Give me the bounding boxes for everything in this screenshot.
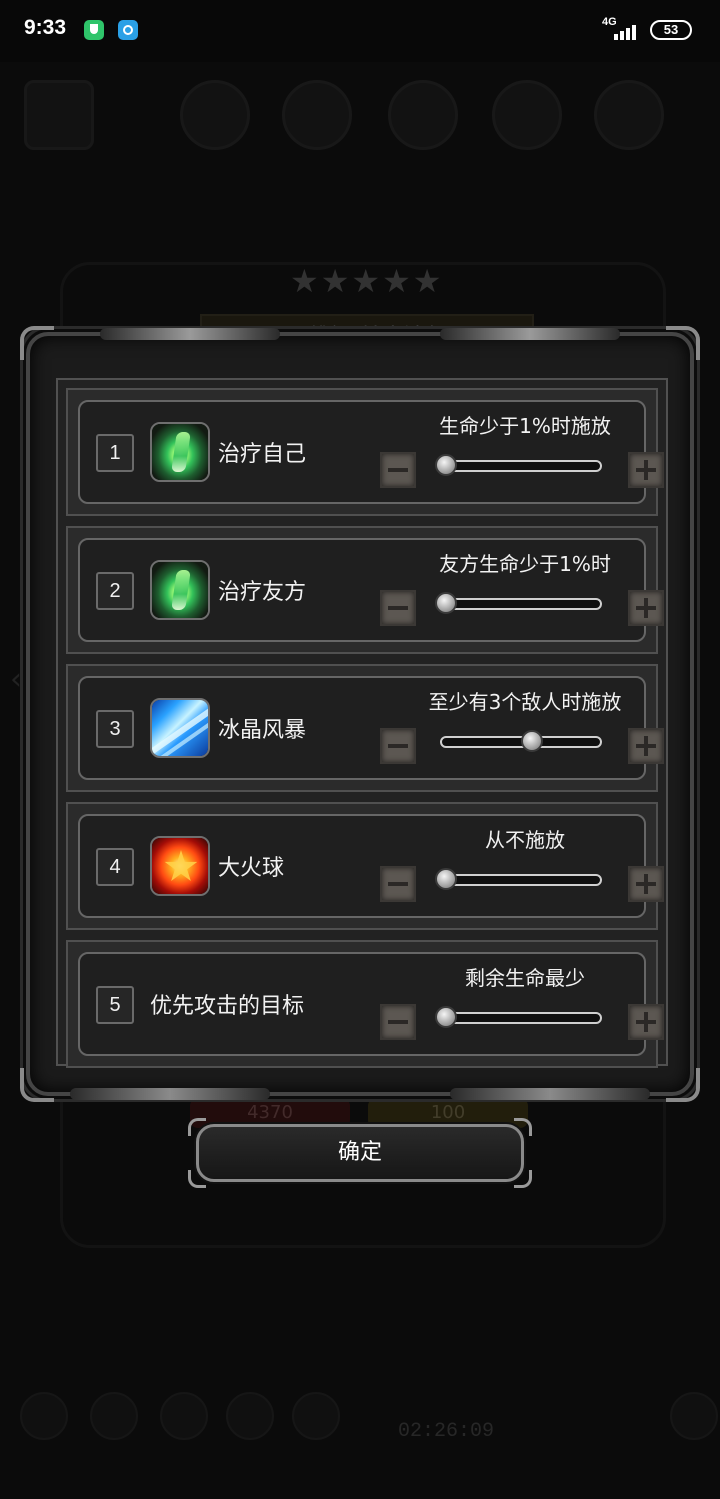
condition-slider[interactable] bbox=[435, 592, 602, 614]
slider-knob[interactable] bbox=[435, 454, 457, 476]
background-skill-icon bbox=[388, 80, 458, 150]
background-skill-icon bbox=[282, 80, 352, 150]
target-priority-row: 5 优先攻击的目标 剩余生命最少 bbox=[66, 940, 664, 1068]
heal-icon bbox=[150, 560, 210, 620]
fireball-icon bbox=[150, 836, 210, 896]
cast-condition: 至少有3个敌人时施放 bbox=[428, 690, 622, 714]
increase-button[interactable] bbox=[628, 1004, 664, 1040]
skill-row-frame: 1 治疗自己 生命少于1%时施放 bbox=[78, 400, 664, 504]
dialog-ornament bbox=[440, 328, 620, 340]
battery-icon: 53 bbox=[650, 20, 692, 40]
slider-knob[interactable] bbox=[435, 592, 457, 614]
skill-row-frame: 3 冰晶风暴 至少有3个敌人时施放 bbox=[78, 676, 664, 780]
background-bottom-icons bbox=[20, 1392, 718, 1452]
skill-row-frame: 2 治疗友方 友方生命少于1%时 bbox=[78, 538, 664, 642]
background-top-icons bbox=[24, 72, 704, 150]
background-skill-icon bbox=[594, 80, 664, 150]
increase-button[interactable] bbox=[628, 728, 664, 764]
decrease-button[interactable] bbox=[380, 866, 416, 902]
background-skill-icon bbox=[180, 80, 250, 150]
dialog-corner bbox=[20, 326, 54, 360]
confirm-button[interactable]: 确定 bbox=[196, 1124, 524, 1182]
priority-number: 5 bbox=[96, 986, 134, 1024]
slider-knob[interactable] bbox=[435, 868, 457, 890]
decrease-button[interactable] bbox=[380, 728, 416, 764]
target-priority-label: 优先攻击的目标 bbox=[150, 994, 305, 1019]
heal-icon bbox=[150, 422, 210, 482]
skill-row-4: 4 大火球 从不施放 bbox=[66, 802, 664, 930]
skill-name: 大火球 bbox=[218, 856, 285, 881]
skill-name: 治疗自己 bbox=[218, 442, 307, 467]
priority-number: 1 bbox=[96, 434, 134, 472]
skill-row-frame: 5 优先攻击的目标 剩余生命最少 bbox=[78, 952, 664, 1056]
decrease-button[interactable] bbox=[380, 452, 416, 488]
increase-button[interactable] bbox=[628, 590, 664, 626]
cast-condition: 生命少于1%时施放 bbox=[439, 414, 611, 438]
decrease-button[interactable] bbox=[380, 1004, 416, 1040]
condition-slider[interactable] bbox=[440, 730, 602, 752]
skill-name: 冰晶风暴 bbox=[218, 718, 307, 743]
dialog-ornament bbox=[450, 1088, 650, 1100]
dialog-corner bbox=[20, 1068, 54, 1102]
screen: 9:33 4G 53 ★★★★★ 罗维娜·首席法师 ‹ › 4370 100 bbox=[0, 0, 720, 1499]
background-stars: ★★★★★ bbox=[290, 262, 444, 300]
skill-row-frame: 4 大火球 从不施放 bbox=[78, 814, 664, 918]
dialog-corner bbox=[666, 1068, 700, 1102]
browser-app-icon bbox=[118, 20, 138, 40]
signal-icon bbox=[600, 18, 640, 40]
dialog-ornament bbox=[100, 328, 280, 340]
priority-number: 3 bbox=[96, 710, 134, 748]
slider-knob[interactable] bbox=[435, 1006, 457, 1028]
background-nav-left-icon: ‹ bbox=[10, 662, 22, 697]
skill-ai-settings-dialog: 1 治疗自己 生命少于1%时施放 2 治疗友方 友方生命少于1%时 3 冰晶风暴… bbox=[20, 326, 700, 1102]
condition-slider[interactable] bbox=[435, 868, 602, 890]
skill-row-1: 1 治疗自己 生命少于1%时施放 bbox=[66, 388, 664, 516]
increase-button[interactable] bbox=[628, 866, 664, 902]
cast-condition: 友方生命少于1%时 bbox=[439, 552, 611, 576]
ice-storm-icon bbox=[150, 698, 210, 758]
priority-number: 2 bbox=[96, 572, 134, 610]
skill-list-panel: 1 治疗自己 生命少于1%时施放 2 治疗友方 友方生命少于1%时 3 冰晶风暴… bbox=[56, 378, 668, 1068]
increase-button[interactable] bbox=[628, 452, 664, 488]
dialog-ornament bbox=[70, 1088, 270, 1100]
target-slider[interactable] bbox=[435, 1006, 602, 1028]
status-bar: 9:33 4G 53 bbox=[0, 0, 720, 62]
slider-knob[interactable] bbox=[521, 730, 544, 752]
decrease-button[interactable] bbox=[380, 590, 416, 626]
shield-app-icon bbox=[84, 20, 104, 40]
background-timer: 02:26:09 bbox=[398, 1420, 495, 1443]
status-time: 9:33 bbox=[24, 16, 67, 39]
skill-row-2: 2 治疗友方 友方生命少于1%时 bbox=[66, 526, 664, 654]
target-condition: 剩余生命最少 bbox=[465, 966, 585, 990]
background-skill-icon bbox=[492, 80, 562, 150]
cast-condition: 从不施放 bbox=[485, 828, 565, 852]
skill-name: 治疗友方 bbox=[218, 580, 307, 605]
condition-slider[interactable] bbox=[435, 454, 602, 476]
dialog-corner bbox=[666, 326, 700, 360]
background-portrait-icon bbox=[24, 80, 94, 150]
skill-row-3: 3 冰晶风暴 至少有3个敌人时施放 bbox=[66, 664, 664, 792]
priority-number: 4 bbox=[96, 848, 134, 886]
